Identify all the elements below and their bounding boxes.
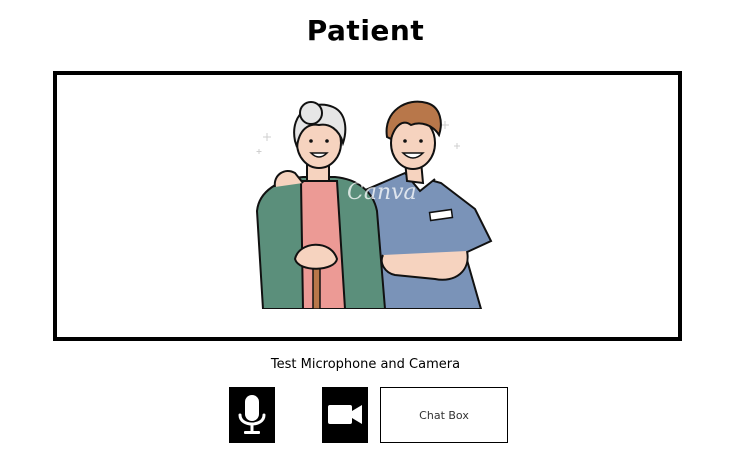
video-camera-icon [328, 405, 362, 424]
microphone-icon [238, 395, 266, 434]
test-devices-label: Test Microphone and Camera [270, 357, 461, 372]
page-title: Patient [306, 14, 425, 47]
patient-illustration: Canva [255, 100, 493, 309]
microphone-button[interactable] [229, 387, 275, 443]
video-preview: Canva [53, 71, 682, 341]
chat-box-button[interactable]: Chat Box [380, 387, 508, 443]
camera-button[interactable] [322, 387, 368, 443]
watermark-text: Canva [347, 180, 417, 205]
patient-page: Patient Canva Test Microphone and Camera… [0, 0, 731, 454]
